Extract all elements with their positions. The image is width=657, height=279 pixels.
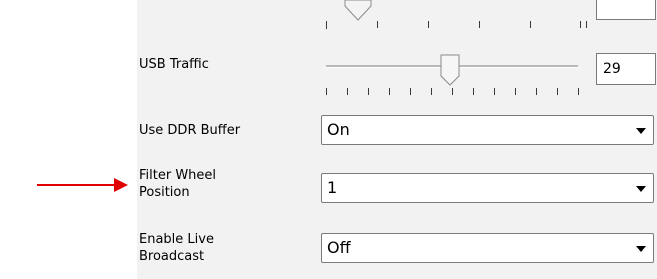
live-broadcast-label-line1: Enable Live: [139, 232, 214, 247]
red-arrow-shaft: [37, 184, 117, 186]
usb-traffic-slider-ticks: [326, 88, 588, 96]
usb-traffic-value: 29: [603, 61, 621, 77]
slider-thumb-icon[interactable]: [343, 0, 373, 22]
filter-wheel-dropdown[interactable]: 1: [321, 173, 654, 203]
filter-wheel-label-line1: Filter Wheel: [139, 168, 217, 183]
slider-thumb-icon[interactable]: [439, 54, 461, 86]
live-broadcast-label-line2: Broadcast: [139, 249, 205, 264]
top-slider-value-box[interactable]: [596, 0, 656, 20]
dropdown-arrow-icon: [636, 128, 646, 134]
dropdown-arrow-icon: [636, 186, 646, 192]
usb-traffic-label: USB Traffic: [139, 57, 209, 72]
ddr-buffer-selected: On: [327, 120, 350, 139]
top-slider-ticks: [326, 21, 588, 29]
filter-wheel-label: Filter Wheel Position: [139, 168, 216, 200]
filter-wheel-selected: 1: [327, 178, 338, 197]
dropdown-arrow-icon: [636, 246, 646, 252]
live-broadcast-dropdown[interactable]: Off: [321, 233, 654, 263]
ddr-buffer-label: Use DDR Buffer: [139, 123, 241, 138]
usb-traffic-value-box[interactable]: 29: [596, 53, 656, 85]
filter-wheel-label-line2: Position: [139, 185, 190, 200]
ddr-buffer-dropdown[interactable]: On: [321, 115, 654, 145]
red-arrow-head: [114, 178, 128, 192]
live-broadcast-selected: Off: [327, 238, 351, 257]
live-broadcast-label: Enable Live Broadcast: [139, 232, 214, 264]
